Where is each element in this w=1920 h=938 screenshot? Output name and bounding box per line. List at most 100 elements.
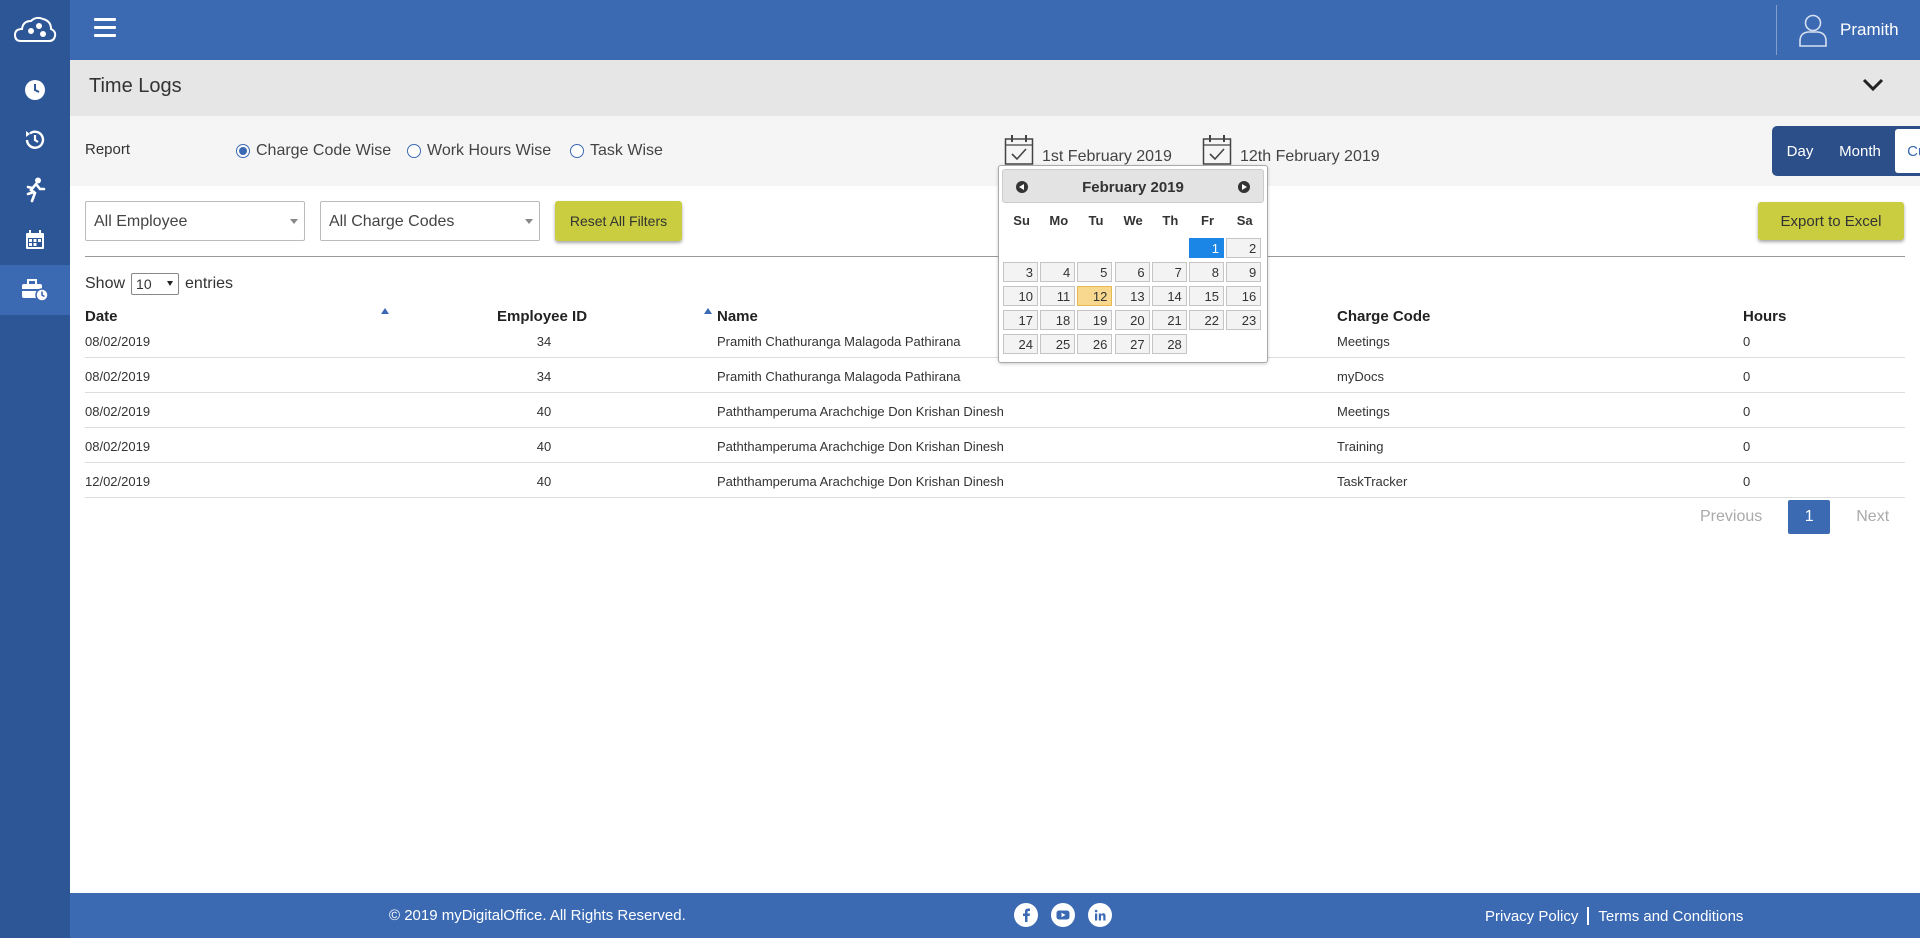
range-day-button[interactable]: Day [1775,129,1825,173]
calendar-day[interactable]: 1 [1189,238,1224,258]
calendar-day[interactable]: 28 [1151,334,1187,354]
calendar-day[interactable]: 19 [1077,310,1113,330]
hamburger-menu-icon[interactable] [94,18,116,40]
calendar-day[interactable]: 2 [1226,238,1262,258]
facebook-icon[interactable] [1014,903,1038,927]
calendar-day[interactable]: 13 [1114,286,1150,306]
footer-links: Privacy Policy Terms and Conditions [1485,907,1743,925]
top-bar: Pramith [70,0,1920,60]
next-page-button[interactable]: Next [1856,508,1889,526]
calendar-day[interactable]: 5 [1077,262,1113,282]
running-man-icon [26,177,46,203]
sidebar-item-history[interactable] [0,115,70,165]
chevron-down-icon [290,219,298,224]
cell-hours: 0 [1743,334,1751,349]
weekday-label: Fr [1201,213,1215,228]
entries-select[interactable]: 10 [131,273,180,295]
filter-bar: All Employee All Charge Codes Reset All … [70,186,1920,256]
user-menu[interactable]: Pramith [1798,12,1899,48]
cell-hours: 0 [1743,474,1751,489]
time-logs-table: Date Employee ID Name Charge Code Hours … [85,305,1905,498]
calendar-day[interactable]: 11 [1040,286,1076,306]
divider [85,256,1905,257]
reset-filters-button[interactable]: Reset All Filters [555,201,682,241]
datepicker-popup: February 2019 Su Mo Tu We Th Fr Sa 1 2 3 4 5 6 7 8 9 10… [998,165,1268,363]
charge-code-select[interactable]: All Charge Codes [320,201,540,241]
cell-hours: 0 [1743,404,1751,419]
app-logo[interactable] [0,0,70,60]
calendar-day[interactable]: 8 [1189,262,1224,282]
calendar-day[interactable]: 10 [1003,286,1038,306]
weekday-header: Su Mo Tu We Th Fr Sa [1003,213,1263,228]
calendar-day[interactable]: 14 [1151,286,1187,306]
radio-task-wise[interactable]: Task Wise [570,142,663,160]
cell-date: 08/02/2019 [85,334,151,349]
pagination: Previous 1 Next [1700,500,1889,534]
weekday-label: Th [1162,213,1179,228]
calendar-day[interactable]: 17 [1003,310,1038,330]
topbar-divider [1776,5,1777,55]
table-row: 12/02/2019 40 Paththamperuma Arachchige Do… [85,463,1905,498]
calendar-day[interactable]: 23 [1226,310,1262,330]
export-excel-button[interactable]: Export to Excel [1758,202,1904,240]
calendar-day[interactable]: 9 [1226,262,1262,282]
calendar-day[interactable]: 16 [1226,286,1262,306]
youtube-icon[interactable] [1051,903,1075,927]
range-custom-button[interactable]: Custom [1895,129,1920,173]
chevron-down-icon [525,219,533,224]
footer: © 2019 myDigitalOffice. All Rights Reser… [70,893,1920,938]
calendar-day[interactable]: 6 [1114,262,1150,282]
calendar-day[interactable]: 27 [1114,334,1150,354]
radio-work-hours-wise[interactable]: Work Hours Wise [407,142,551,160]
sidebar-item-time-logs[interactable] [0,265,70,315]
sort-asc-icon[interactable] [704,308,712,314]
terms-link[interactable]: Terms and Conditions [1598,908,1743,925]
sort-asc-icon[interactable] [381,308,389,314]
calendar-day[interactable]: 20 [1114,310,1150,330]
radio-dot [570,144,584,158]
cell-charge-code: myDocs [1337,369,1384,384]
employee-select[interactable]: All Employee [85,201,305,241]
range-mode-toggle: Day Month Custom [1772,126,1920,176]
clock-icon [25,80,45,100]
calendar-day[interactable]: 3 [1003,262,1038,282]
calendar-day[interactable]: 22 [1189,310,1224,330]
datepicker-month-title: February 2019 [1082,179,1184,196]
sidebar-item-activity[interactable] [0,165,70,215]
date-from-field[interactable]: 1st February 2019 [1004,134,1172,166]
cell-employee-id: 34 [536,369,552,384]
copyright-text: © 2019 myDigitalOffice. All Rights Reser… [389,907,686,924]
radio-charge-code-wise[interactable]: Charge Code Wise [236,142,391,160]
previous-page-button[interactable]: Previous [1700,508,1762,526]
calendar-day[interactable]: 26 [1077,334,1113,354]
radio-dot-selected [236,144,250,158]
sidebar-item-calendar[interactable] [0,215,70,265]
calendar-check-icon [1202,135,1232,165]
date-to-field[interactable]: 12th February 2019 [1202,134,1380,166]
calendar-day[interactable]: 18 [1040,310,1076,330]
linkedin-icon[interactable] [1088,903,1112,927]
calendar-day[interactable]: 7 [1151,262,1187,282]
calendar-day[interactable]: 4 [1040,262,1076,282]
next-month-icon[interactable] [1238,181,1250,193]
cell-name: Pramith Chathuranga Malagoda Pathirana [717,369,961,384]
calendar-day[interactable]: 24 [1003,334,1038,354]
calendar-day[interactable]: 15 [1189,286,1224,306]
calendar-day[interactable]: 25 [1040,334,1076,354]
page-button-current[interactable]: 1 [1788,500,1831,534]
cell-hours: 0 [1743,439,1751,454]
cell-name: Paththamperuma Arachchige Don Krishan Di… [717,474,1004,489]
calendar-day[interactable]: 21 [1151,310,1187,330]
range-month-button[interactable]: Month [1825,129,1895,173]
user-name: Pramith [1840,20,1899,39]
cell-employee-id: 34 [536,334,552,349]
calendar-day[interactable]: 12 [1077,286,1113,306]
table-header: Date Employee ID Name Charge Code Hours [85,305,1905,325]
history-icon [25,130,45,149]
sidebar-item-time[interactable] [0,65,70,115]
privacy-policy-link[interactable]: Privacy Policy [1485,908,1578,925]
cell-hours: 0 [1743,369,1751,384]
report-options: Report Charge Code Wise Work Hours Wise … [70,116,1920,186]
collapse-chevron-icon[interactable] [1862,78,1884,97]
entries-length: Show 10 entries [85,273,233,295]
